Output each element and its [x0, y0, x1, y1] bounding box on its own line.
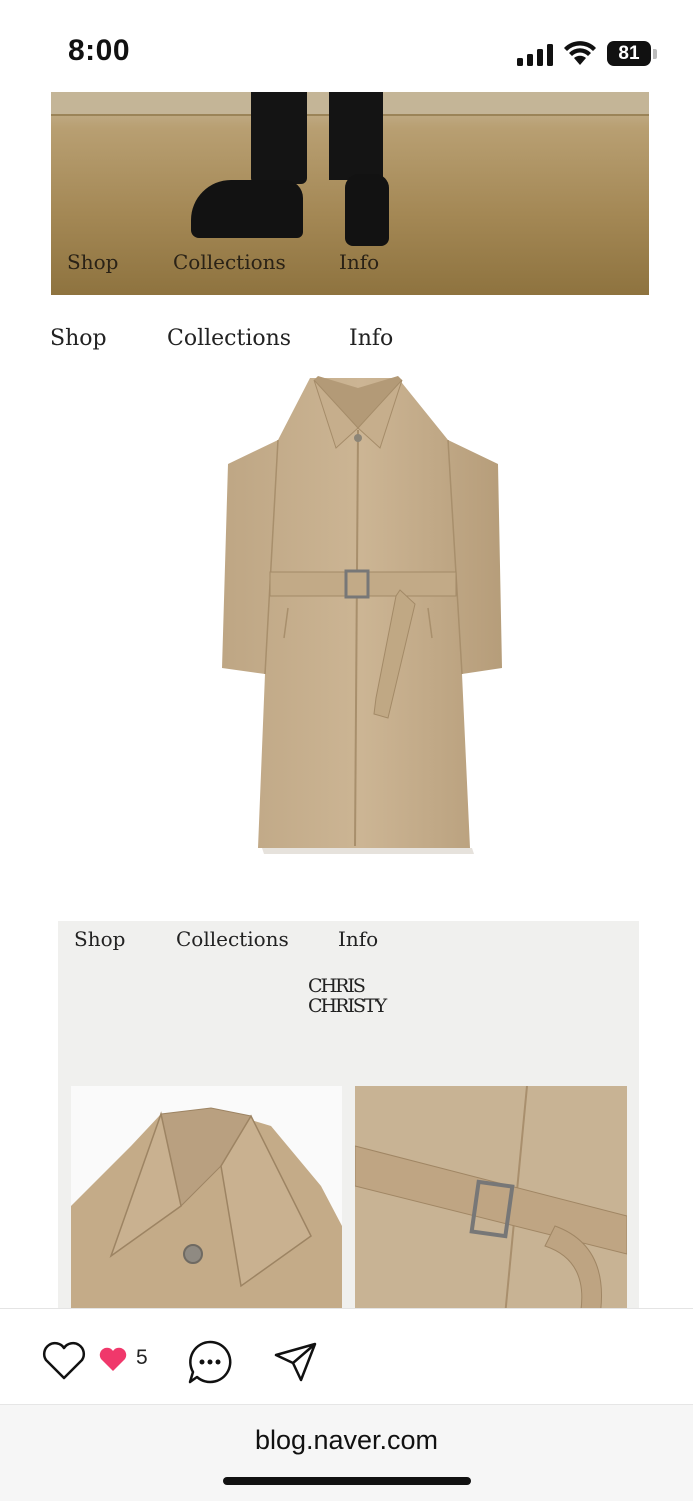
nav-info[interactable]: Info — [349, 326, 393, 351]
model-leg-left — [251, 92, 307, 184]
brand-logo-line1: CHRIS — [308, 975, 366, 997]
wifi-icon — [564, 41, 596, 65]
battery-tip — [653, 49, 657, 59]
belt-detail-image — [355, 1086, 627, 1311]
coat-product-image — [222, 376, 502, 854]
panel-nav-info[interactable]: Info — [338, 927, 378, 951]
hero-nav-collections[interactable]: Collections — [173, 250, 286, 274]
status-time: 8:00 — [68, 34, 131, 67]
send-icon[interactable] — [274, 1341, 318, 1383]
heart-outline-icon[interactable] — [40, 1340, 88, 1382]
hero-nav: Shop Collections Info — [51, 250, 649, 280]
collar-detail-image — [71, 1086, 342, 1311]
post-action-bar: 5 — [0, 1308, 693, 1405]
model-shoe-left — [191, 180, 303, 238]
model-leg-right — [329, 92, 383, 180]
brand-logo: CHRIS CHRISTY — [308, 976, 398, 1026]
url-text[interactable]: blog.naver.com — [0, 1425, 693, 1456]
home-indicator[interactable] — [223, 1477, 471, 1485]
battery-icon: 81 — [607, 41, 651, 66]
hero-nav-shop[interactable]: Shop — [67, 250, 118, 274]
brand-panel: Shop Collections Info CHRIS CHRISTY — [58, 921, 639, 1311]
panel-nav-collections[interactable]: Collections — [176, 927, 289, 951]
cellular-signal-icon — [517, 44, 555, 66]
like-count[interactable]: 5 — [136, 1346, 148, 1370]
panel-nav: Shop Collections Info — [58, 927, 639, 955]
browser-url-bar: blog.naver.com — [0, 1404, 693, 1501]
site-nav: Shop Collections Info — [0, 324, 693, 360]
nav-shop[interactable]: Shop — [50, 326, 107, 351]
panel-nav-shop[interactable]: Shop — [74, 927, 125, 951]
comment-bubble-icon[interactable] — [187, 1339, 233, 1385]
heart-filled-icon — [99, 1347, 127, 1371]
hero-nav-info[interactable]: Info — [339, 250, 379, 274]
nav-collections[interactable]: Collections — [167, 326, 291, 351]
model-shoe-right — [345, 174, 389, 246]
hero-banner: Shop Collections Info — [51, 92, 649, 295]
brand-logo-line2: CHRISTY — [308, 995, 387, 1017]
status-bar: 8:00 81 — [0, 0, 693, 92]
